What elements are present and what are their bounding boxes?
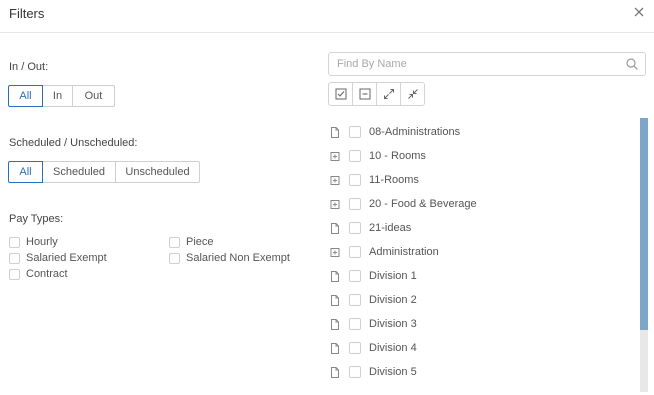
pay-type-label: Hourly <box>26 236 58 248</box>
tree-checkbox[interactable] <box>349 246 361 258</box>
tree-row[interactable]: 21-ideas <box>330 216 630 240</box>
tree-checkbox[interactable] <box>349 174 361 186</box>
tree-row[interactable]: Division 4 <box>330 336 630 360</box>
dialog-title: Filters <box>9 6 45 21</box>
in-out-all-button[interactable]: All <box>8 85 43 107</box>
pay-type-piece[interactable]: Piece <box>169 236 214 248</box>
pay-type-salaried-exempt[interactable]: Salaried Exempt <box>9 252 107 264</box>
expand-icon[interactable] <box>330 247 340 258</box>
tree-row[interactable]: 10 - Rooms <box>330 144 630 168</box>
expand-all-icon <box>383 89 394 99</box>
tree-checkbox[interactable] <box>349 222 361 234</box>
pay-type-label: Contract <box>26 268 68 280</box>
tree-row[interactable]: Administration <box>330 240 630 264</box>
tree-row[interactable]: 08-Administrations <box>330 120 630 144</box>
tree-row-label: 10 - Rooms <box>369 150 426 162</box>
document-icon <box>331 270 339 282</box>
tree-row-label: Division 4 <box>369 342 417 354</box>
collapse-all-icon <box>407 89 418 99</box>
expand-all-button[interactable] <box>377 83 401 105</box>
tree-checkbox[interactable] <box>349 198 361 210</box>
tree-row-label: Division 1 <box>369 270 417 282</box>
pay-types-label: Pay Types: <box>9 213 64 225</box>
checkbox[interactable] <box>9 268 20 280</box>
in-out-segmented: All In Out <box>8 85 115 107</box>
scrollbar-thumb[interactable] <box>640 118 648 330</box>
in-out-label: In / Out: <box>9 61 49 73</box>
search-box <box>328 52 646 76</box>
scheduled-unscheduled-button[interactable]: Unscheduled <box>115 161 200 183</box>
tree-row-label: Division 5 <box>369 366 417 378</box>
document-icon <box>331 318 339 330</box>
checkbox[interactable] <box>169 236 180 248</box>
tree-row[interactable]: 20 - Food & Beverage <box>330 192 630 216</box>
tree-row[interactable]: Division 1 <box>330 264 630 288</box>
scheduled-segmented: All Scheduled Unscheduled <box>8 161 200 183</box>
tree-row-label: Division 3 <box>369 318 417 330</box>
scheduled-scheduled-button[interactable]: Scheduled <box>42 161 116 183</box>
tree-checkbox[interactable] <box>349 150 361 162</box>
tree-checkbox[interactable] <box>349 294 361 306</box>
document-icon <box>331 294 339 306</box>
dialog-header: Filters <box>0 0 654 33</box>
tree-row-label: 08-Administrations <box>369 126 461 138</box>
pay-type-hourly[interactable]: Hourly <box>9 236 58 248</box>
tree-row-label: 11-Rooms <box>369 174 419 186</box>
document-icon <box>331 126 339 138</box>
expand-icon[interactable] <box>330 175 340 186</box>
scheduled-all-button[interactable]: All <box>8 161 43 183</box>
document-icon <box>331 222 339 234</box>
close-icon[interactable] <box>632 5 646 19</box>
in-out-out-button[interactable]: Out <box>72 85 115 107</box>
tree-row-label: 21-ideas <box>369 222 412 234</box>
pay-type-label: Salaried Non Exempt <box>186 252 290 264</box>
scheduled-label: Scheduled / Unscheduled: <box>9 137 138 149</box>
tree-checkbox[interactable] <box>349 366 361 378</box>
pay-type-label: Piece <box>186 236 214 248</box>
tree-row[interactable]: Division 5 <box>330 360 630 384</box>
checkbox[interactable] <box>9 236 20 248</box>
document-icon <box>331 366 339 378</box>
pay-type-label: Salaried Exempt <box>26 252 107 264</box>
tree-checkbox[interactable] <box>349 342 361 354</box>
tree-row-label: Administration <box>369 246 439 258</box>
tree-row-label: 20 - Food & Beverage <box>369 198 477 210</box>
search-icon[interactable] <box>625 57 639 71</box>
tree-row[interactable]: 11-Rooms <box>330 168 630 192</box>
uncheck-all-icon <box>359 88 370 100</box>
tree-checkbox[interactable] <box>349 318 361 330</box>
pay-type-contract[interactable]: Contract <box>9 268 68 280</box>
in-out-in-button[interactable]: In <box>42 85 73 107</box>
search-input[interactable] <box>329 53 625 75</box>
checkbox[interactable] <box>9 252 20 264</box>
tree-checkbox[interactable] <box>349 270 361 282</box>
document-icon <box>331 342 339 354</box>
tree-toolbar <box>328 82 425 106</box>
tree-row[interactable]: Division 2 <box>330 288 630 312</box>
check-all-button[interactable] <box>329 83 353 105</box>
uncheck-all-button[interactable] <box>353 83 377 105</box>
expand-icon[interactable] <box>330 151 340 162</box>
expand-icon[interactable] <box>330 199 340 210</box>
tree-row-label: Division 2 <box>369 294 417 306</box>
collapse-all-button[interactable] <box>401 83 424 105</box>
tree-row[interactable]: Division 3 <box>330 312 630 336</box>
tree-checkbox[interactable] <box>349 126 361 138</box>
check-all-icon <box>335 88 346 100</box>
pay-type-salaried-non-exempt[interactable]: Salaried Non Exempt <box>169 252 290 264</box>
checkbox[interactable] <box>169 252 180 264</box>
